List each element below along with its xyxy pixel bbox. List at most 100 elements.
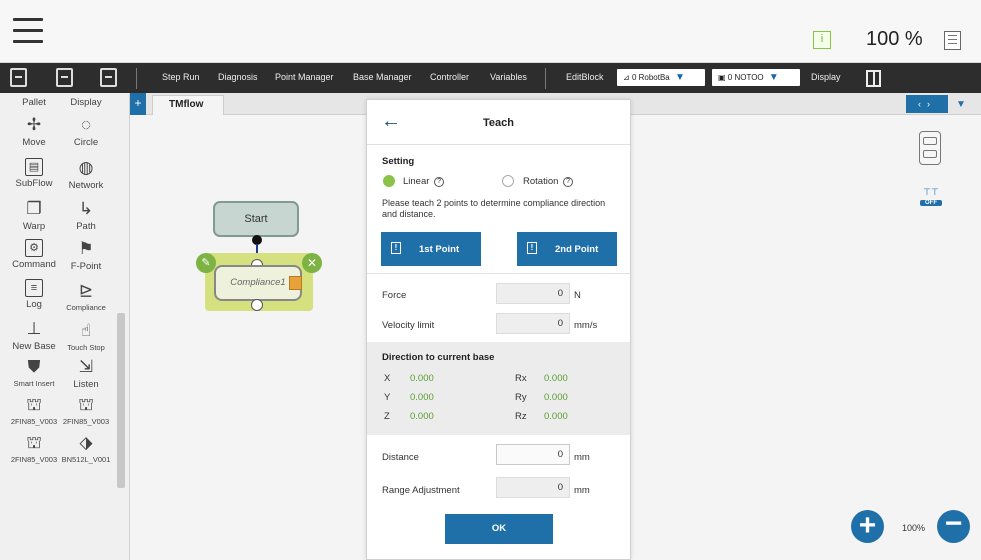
alert-icon: ! bbox=[391, 242, 401, 254]
axis-rx-label: Rx bbox=[515, 373, 527, 384]
delete-node-icon[interactable]: ✕ bbox=[302, 253, 322, 273]
axis-x-value: 0.000 bbox=[410, 373, 434, 384]
velocity-limit-unit: mm/s bbox=[574, 320, 598, 331]
base-manager-button[interactable]: Base Manager bbox=[353, 72, 412, 82]
help-icon[interactable]: ? bbox=[563, 177, 574, 187]
gripper-icon: ⬗ bbox=[79, 433, 93, 452]
axis-z-value: 0.000 bbox=[410, 411, 434, 422]
palette-item-path[interactable]: ↳ Path bbox=[58, 199, 114, 232]
edit-node-icon[interactable]: ✎ bbox=[196, 253, 216, 273]
new-project-icon[interactable] bbox=[10, 68, 27, 87]
subflow-icon: ▤ bbox=[25, 158, 43, 176]
save-project-icon[interactable] bbox=[56, 68, 73, 87]
ok-button[interactable]: OK bbox=[445, 514, 553, 544]
palette-item-command[interactable]: ⚙ Command bbox=[6, 239, 62, 270]
axis-ry-value: 0.000 bbox=[544, 392, 568, 403]
robot-base-dropdown[interactable]: ⊿ 0 RobotBa ▼ bbox=[617, 69, 705, 86]
smart-insert-icon: ⛊ bbox=[27, 357, 41, 376]
toolbar-divider bbox=[136, 68, 137, 89]
palette-item-f-point[interactable]: ⚑ F-Point bbox=[58, 239, 114, 272]
listen-icon: ⇲ bbox=[78, 357, 94, 376]
palette-item-gripper-2[interactable]: ⛫ 2FIN85_V003 bbox=[58, 395, 114, 426]
palette-item-subflow[interactable]: ▤ SubFlow bbox=[6, 158, 62, 189]
move-icon: ✢ bbox=[26, 115, 42, 134]
new-base-icon: ⊥ bbox=[26, 319, 42, 338]
teach-second-point-button[interactable]: ! 2nd Point bbox=[517, 232, 617, 266]
direction-section: Direction to current base X 0.000 Y 0.00… bbox=[367, 342, 630, 435]
controller-button[interactable]: Controller bbox=[430, 72, 469, 82]
palette-item-touch-stop[interactable]: ☝ Touch Stop bbox=[58, 321, 114, 352]
robot-base-value: 0 RobotBa bbox=[631, 73, 670, 82]
robot-base-icon: ⊿ bbox=[623, 73, 630, 82]
export-project-icon[interactable] bbox=[100, 68, 117, 87]
display-button[interactable]: Display bbox=[811, 72, 841, 82]
palette-item-display[interactable]: Display bbox=[58, 97, 114, 108]
diagnosis-button[interactable]: Diagnosis bbox=[218, 72, 258, 82]
zoom-level: 100% bbox=[902, 523, 926, 533]
tool-dropdown[interactable]: ▣ 0 NOTOO ▼ bbox=[712, 69, 800, 86]
range-adjustment-field[interactable]: 0 bbox=[496, 477, 570, 498]
tab-nav-arrows[interactable]: ‹› bbox=[906, 95, 948, 113]
toolbar: Step Run Diagnosis Point Manager Base Ma… bbox=[0, 63, 981, 93]
point-manager-button[interactable]: Point Manager bbox=[275, 72, 334, 82]
gripper-icon: ⛫ bbox=[78, 395, 94, 414]
rotation-label: Rotation ? bbox=[523, 176, 574, 187]
force-field: 0 bbox=[496, 283, 570, 304]
path-icon: ↳ bbox=[78, 199, 94, 218]
axis-z-label: Z bbox=[384, 411, 390, 422]
layout-toggle-icon[interactable] bbox=[919, 131, 941, 165]
palette-scrollbar[interactable] bbox=[117, 313, 125, 488]
hamburger-menu-icon[interactable] bbox=[13, 18, 43, 44]
touch-stop-icon: ☝ bbox=[80, 321, 92, 340]
palette-item-gripper-3[interactable]: ⛫ 2FIN85_V003 bbox=[6, 433, 62, 464]
palette-item-warp[interactable]: ❐ Warp bbox=[6, 199, 62, 232]
dialog-header: ← Teach bbox=[367, 100, 630, 145]
io-switch-icon[interactable]: ⊤⊤ OFF bbox=[920, 187, 942, 206]
distance-field[interactable]: 0 bbox=[496, 444, 570, 465]
notepad-icon[interactable] bbox=[944, 31, 961, 50]
direction-heading: Direction to current base bbox=[382, 352, 495, 363]
step-run-button[interactable]: Step Run bbox=[162, 72, 200, 82]
flow-node-start[interactable]: Start bbox=[213, 201, 299, 237]
divider bbox=[367, 273, 630, 274]
palette-item-gripper-4[interactable]: ⬗ BN512L_V001 bbox=[58, 433, 114, 464]
teach-dialog: ← Teach Setting Linear ? Rotation ? Plea… bbox=[366, 99, 631, 560]
output-port[interactable] bbox=[251, 299, 263, 311]
distance-unit: mm bbox=[574, 452, 590, 463]
palette-item-listen[interactable]: ⇲ Listen bbox=[58, 357, 114, 390]
chevron-down-icon[interactable]: ▼ bbox=[956, 99, 966, 110]
tab-tmflow[interactable]: TMflow bbox=[152, 95, 224, 115]
variables-button[interactable]: Variables bbox=[490, 72, 527, 82]
palette-item-compliance[interactable]: ⊵ Compliance bbox=[58, 281, 114, 312]
zoom-readout: 100 % bbox=[866, 28, 923, 50]
teach-description: Please teach 2 points to determine compl… bbox=[382, 198, 606, 219]
dialog-title: Teach bbox=[483, 117, 514, 129]
axis-ry-label: Ry bbox=[515, 392, 527, 403]
palette-item-circle[interactable]: ◌ Circle bbox=[58, 115, 114, 148]
zoom-out-button[interactable]: − bbox=[937, 509, 970, 543]
teach-first-point-button[interactable]: ! 1st Point bbox=[381, 232, 481, 266]
chevron-down-icon: ▼ bbox=[768, 72, 779, 83]
linear-label: Linear ? bbox=[403, 176, 445, 187]
palette-item-pallet[interactable]: Pallet bbox=[6, 97, 62, 108]
velocity-limit-field: 0 bbox=[496, 313, 570, 334]
linear-radio[interactable] bbox=[383, 175, 395, 187]
info-icon[interactable]: i bbox=[813, 31, 831, 49]
range-adjustment-unit: mm bbox=[574, 485, 590, 496]
palette-item-gripper-1[interactable]: ⛫ 2FIN85_V003 bbox=[6, 395, 62, 426]
palette-item-move[interactable]: ✢ Move bbox=[6, 115, 62, 148]
add-tab-button[interactable]: + bbox=[130, 93, 146, 115]
force-unit: N bbox=[574, 290, 581, 301]
help-icon[interactable]: ? bbox=[434, 177, 445, 187]
palette-item-smart-insert[interactable]: ⛊ Smart Insert bbox=[6, 357, 62, 388]
zoom-in-button[interactable]: + bbox=[851, 510, 884, 543]
palette-item-log[interactable]: ≡ Log bbox=[6, 279, 62, 310]
palette-item-new-base[interactable]: ⊥ New Base bbox=[6, 319, 62, 352]
rotation-radio[interactable] bbox=[502, 175, 514, 187]
command-icon: ⚙ bbox=[25, 239, 43, 257]
axis-rz-label: Rz bbox=[515, 411, 527, 422]
palette-item-network[interactable]: ◍ Network bbox=[58, 158, 114, 191]
node-settings-icon[interactable] bbox=[289, 276, 302, 290]
editblock-button[interactable]: EditBlock bbox=[566, 72, 604, 82]
panel-toggle-icon[interactable] bbox=[866, 70, 881, 87]
